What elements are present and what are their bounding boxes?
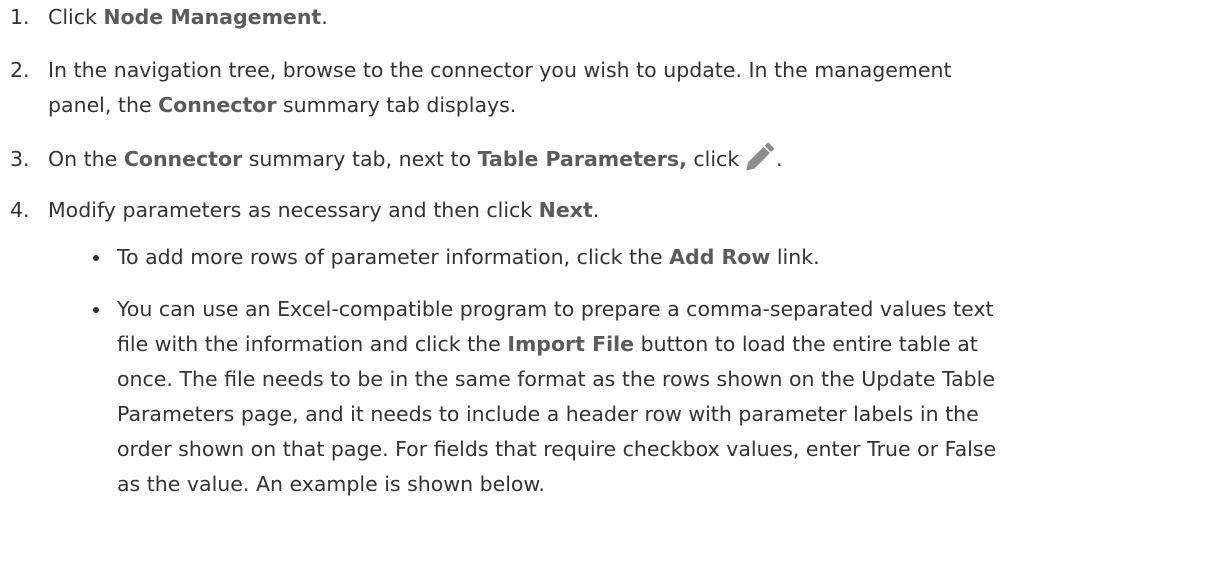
step-text-plain: Modify parameters as necessary and then …: [48, 198, 539, 222]
step-number: 2.: [10, 58, 30, 82]
bullet-text-line: file with the information and click the …: [117, 327, 978, 361]
step-text-end: .: [776, 147, 783, 171]
bullet-text-plain: file with the information and click the: [117, 332, 508, 356]
bullet-item-1: To add more rows of parameter informatio…: [92, 240, 1202, 276]
ui-label-add-row: Add Row: [669, 245, 771, 269]
step-text-plain: summary tab, next to: [242, 147, 478, 171]
step-2: 2. In the navigation tree, browse to the…: [10, 53, 1210, 125]
step-text-line: In the navigation tree, browse to the co…: [48, 58, 952, 82]
step-text: On the Connector summary tab, next to Ta…: [48, 142, 739, 176]
step-4: 4. Modify parameters as necessary and th…: [10, 193, 1210, 229]
ui-label-connector: Connector: [158, 93, 277, 117]
bullet-text-line: order shown on that page. For fields tha…: [117, 437, 997, 461]
bullet-text-line: once. The file needs to be in the same f…: [117, 367, 995, 391]
step-text-plain: summary tab displays.: [276, 93, 517, 117]
step-number: 4.: [10, 198, 30, 222]
document-body: 1. Click Node Management. 2. In the navi…: [0, 0, 1221, 571]
pencil-edit-icon: [742, 138, 778, 174]
bullet-text: To add more rows of parameter informatio…: [117, 240, 820, 274]
step-text-plain: .: [321, 5, 328, 29]
bullet-text-plain: To add more rows of parameter informatio…: [117, 245, 670, 269]
bullet-text-line: You can use an Excel-compatible program …: [117, 297, 994, 321]
ui-label-table-parameters: Table Parameters,: [477, 147, 687, 171]
step-1: 1. Click Node Management.: [10, 0, 1210, 36]
step-text: Click Node Management.: [48, 0, 328, 34]
step-text-plain: .: [592, 198, 600, 222]
bullet-text-line: Parameters page, and it needs to include…: [117, 402, 979, 426]
step-text-plain: click: [686, 147, 740, 171]
step-text-plain: Click: [48, 5, 104, 29]
step-text: Modify parameters as necessary and then …: [48, 193, 599, 227]
step-number: 1.: [10, 5, 30, 29]
bullet-text-plain: button to load the entire table at: [634, 332, 978, 356]
ui-label-connector: Connector: [123, 147, 243, 171]
step-number: 3.: [10, 147, 30, 171]
ui-label-node-management: Node Management: [103, 5, 322, 29]
bullet-text-line: as the value. An example is shown below.: [117, 472, 545, 496]
step-text-line: panel, the Connector summary tab display…: [48, 88, 516, 122]
ui-label-import-file: Import File: [507, 332, 635, 356]
step-text-plain: panel, the: [48, 93, 159, 117]
bullet-dot: [93, 307, 99, 313]
bullet-text-plain: link.: [770, 245, 820, 269]
step-3: 3. On the Connector summary tab, next to…: [10, 142, 1210, 182]
bullet-dot: [93, 255, 99, 261]
ui-label-next: Next: [538, 198, 593, 222]
step-text-plain: On the: [48, 147, 124, 171]
bullet-item-2: You can use an Excel-compatible program …: [92, 292, 1202, 532]
